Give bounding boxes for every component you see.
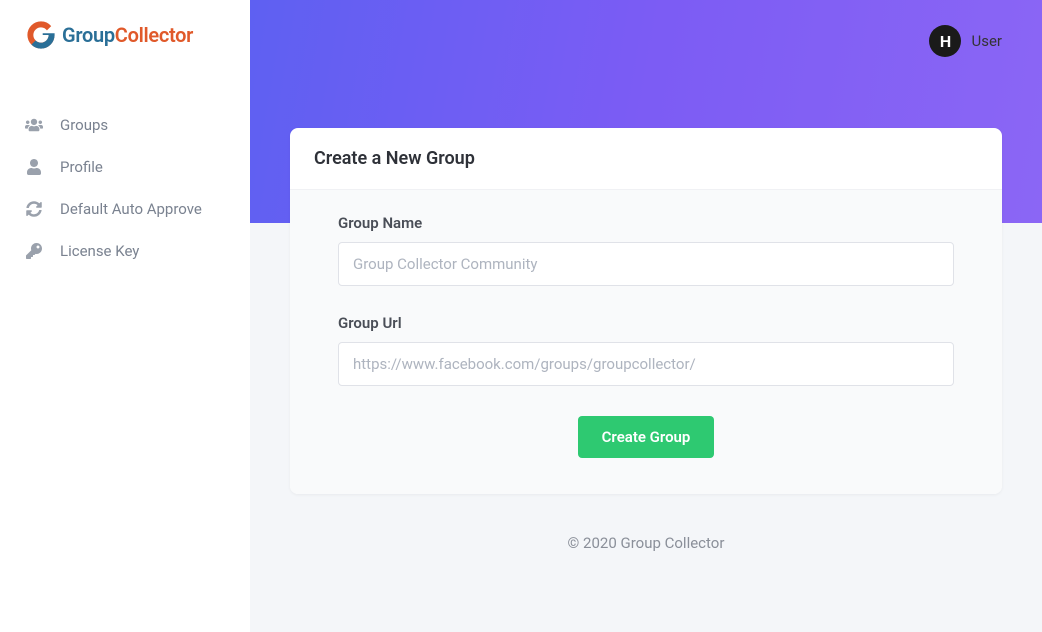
sidebar: GroupCollector Groups Profile Default Au… [0,0,250,632]
user-icon [24,159,44,175]
sidebar-item-default-auto-approve[interactable]: Default Auto Approve [0,188,250,230]
create-group-button[interactable]: Create Group [578,416,715,458]
sidebar-item-label: Groups [60,116,108,134]
key-icon [24,243,44,259]
avatar[interactable]: H [929,25,961,57]
form-group-url: Group Url [338,314,954,386]
content: Create a New Group Group Name Group Url … [250,60,1042,632]
header: H User [250,0,1042,60]
sidebar-item-label: License Key [60,242,139,260]
form-actions: Create Group [338,416,954,458]
logo[interactable]: GroupCollector [0,0,250,74]
main: H User Create a New Group Group Name Gro… [250,0,1042,632]
sidebar-item-label: Profile [60,158,103,176]
footer: © 2020 Group Collector [290,494,1002,592]
sidebar-item-groups[interactable]: Groups [0,104,250,146]
sidebar-nav: Groups Profile Default Auto Approve Lice… [0,74,250,272]
group-url-label: Group Url [338,314,954,332]
footer-text: © 2020 Group Collector [568,534,725,552]
group-name-label: Group Name [338,214,954,232]
logo-text: GroupCollector [62,23,193,47]
card-header: Create a New Group [290,128,1002,190]
username[interactable]: User [971,32,1002,50]
sidebar-item-license-key[interactable]: License Key [0,230,250,272]
form-group-name: Group Name [338,214,954,286]
sidebar-item-profile[interactable]: Profile [0,146,250,188]
logo-g-icon [24,18,58,52]
card-title: Create a New Group [314,148,978,169]
create-group-card: Create a New Group Group Name Group Url … [290,128,1002,494]
users-icon [24,117,44,133]
card-body: Group Name Group Url Create Group [290,190,1002,494]
group-name-input[interactable] [338,242,954,286]
sync-icon [24,201,44,217]
sidebar-item-label: Default Auto Approve [60,200,202,218]
group-url-input[interactable] [338,342,954,386]
